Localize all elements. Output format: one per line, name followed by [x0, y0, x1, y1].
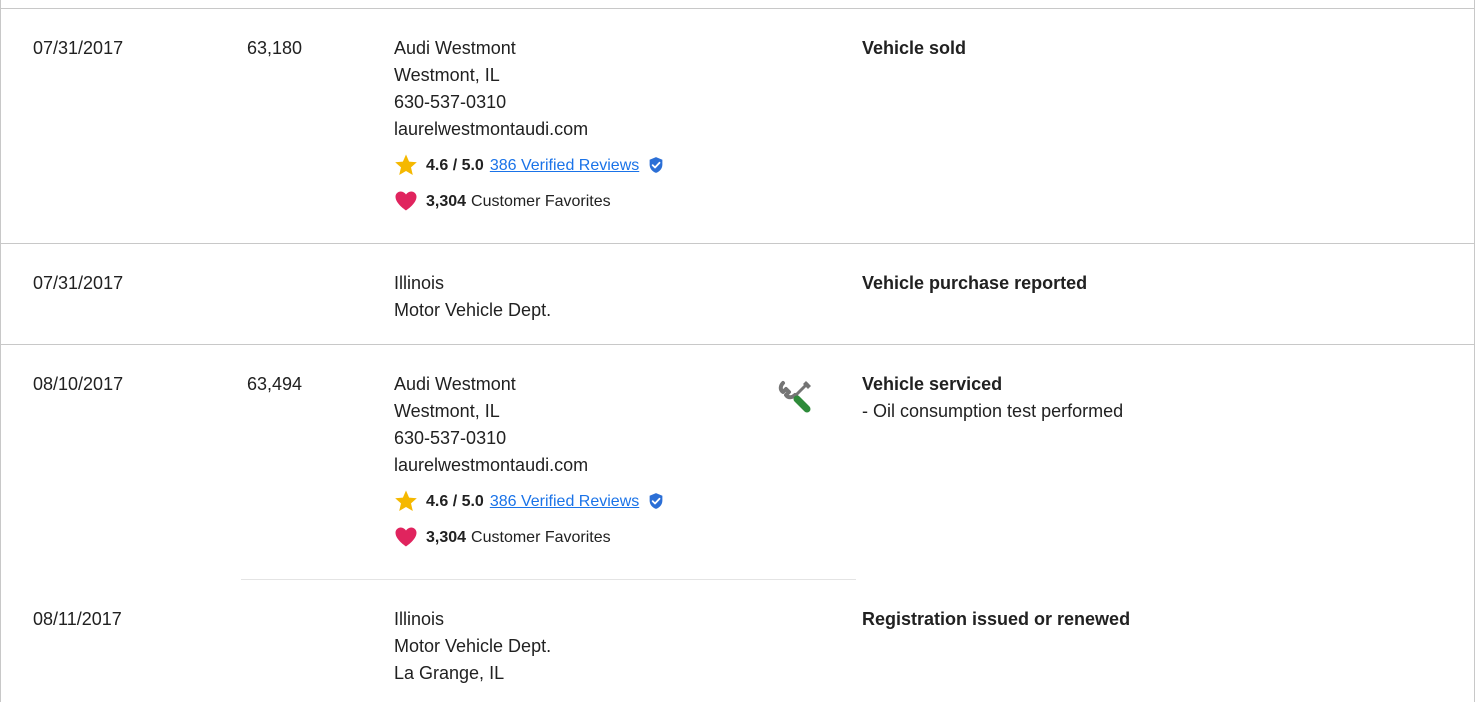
- source-location: Westmont, IL: [394, 65, 500, 85]
- record-comments: Vehicle sold: [862, 35, 966, 62]
- record-date: 07/31/2017: [33, 273, 124, 293]
- star-icon: [395, 154, 417, 175]
- history-record: 08/11/2017 Illinois Motor Vehicle Dept. …: [1, 580, 1474, 702]
- verified-reviews-link[interactable]: 386 Verified Reviews: [490, 488, 639, 515]
- record-source: Audi Westmont Westmont, IL 630-537-0310 …: [394, 371, 665, 555]
- source-department: Motor Vehicle Dept.: [394, 636, 552, 656]
- source-name: Illinois: [394, 609, 445, 629]
- comment-detail: - Oil consumption test performed: [862, 401, 1124, 421]
- record-source: Illinois Motor Vehicle Dept.: [394, 270, 551, 324]
- record-mileage: 63,494: [247, 374, 303, 394]
- verified-shield-icon: [649, 157, 663, 173]
- source-name: Audi Westmont: [394, 374, 516, 394]
- dealer-rating: 4.6 / 5.0 386 Verified Reviews: [394, 483, 665, 519]
- source-department: Motor Vehicle Dept.: [394, 300, 552, 320]
- record-comments: Vehicle purchase reported: [862, 270, 1087, 297]
- favorites-count: 3,304: [426, 192, 467, 210]
- favorites-count: 3,304: [426, 528, 467, 546]
- comment-title: Vehicle sold: [862, 38, 967, 58]
- verified-shield-icon: [649, 493, 663, 509]
- source-name: Illinois: [394, 273, 445, 293]
- heart-icon: [395, 527, 417, 547]
- star-icon: [395, 490, 417, 511]
- vehicle-history-table: 07/31/2017 63,180 Audi Westmont Westmont…: [0, 0, 1475, 702]
- verified-reviews-link[interactable]: 386 Verified Reviews: [490, 152, 639, 179]
- wrench-screwdriver-icon: [778, 381, 811, 413]
- rating-value: 4.6 / 5.0: [426, 156, 484, 174]
- source-phone: 630-537-0310: [394, 428, 507, 448]
- rating-value: 4.6 / 5.0: [426, 492, 484, 510]
- record-mileage: 63,180: [247, 38, 303, 58]
- record-date: 08/11/2017: [33, 609, 122, 629]
- customer-favorites: 3,304 Customer Favorites: [394, 519, 665, 555]
- source-location: La Grange, IL: [394, 663, 505, 683]
- source-phone: 630-537-0310: [394, 92, 507, 112]
- source-website: laurelwestmontaudi.com: [394, 119, 589, 139]
- record-source: Illinois Motor Vehicle Dept. La Grange, …: [394, 606, 551, 687]
- comment-title: Vehicle serviced: [862, 374, 1003, 394]
- favorites-label: Customer Favorites: [471, 192, 611, 210]
- record-date: 08/10/2017: [33, 374, 124, 394]
- customer-favorites: 3,304 Customer Favorites: [394, 183, 665, 219]
- heart-icon: [395, 191, 417, 211]
- record-source: Audi Westmont Westmont, IL 630-537-0310 …: [394, 35, 665, 219]
- dealer-rating: 4.6 / 5.0 386 Verified Reviews: [394, 147, 665, 183]
- favorites-label: Customer Favorites: [471, 528, 611, 546]
- comment-title: Registration issued or renewed: [862, 609, 1131, 629]
- history-record: 07/31/2017 63,180 Audi Westmont Westmont…: [1, 9, 1474, 244]
- source-location: Westmont, IL: [394, 401, 500, 421]
- source-website: laurelwestmontaudi.com: [394, 455, 589, 475]
- record-date: 07/31/2017: [33, 38, 124, 58]
- source-name: Audi Westmont: [394, 38, 516, 58]
- record-comments: Registration issued or renewed: [862, 606, 1130, 633]
- comment-title: Vehicle purchase reported: [862, 273, 1088, 293]
- history-record: 07/31/2017 Illinois Motor Vehicle Dept. …: [1, 244, 1474, 345]
- record-comments: Vehicle serviced - Oil consumption test …: [862, 371, 1123, 425]
- history-record: 08/10/2017 63,494 Audi Westmont Westmont…: [1, 345, 1474, 580]
